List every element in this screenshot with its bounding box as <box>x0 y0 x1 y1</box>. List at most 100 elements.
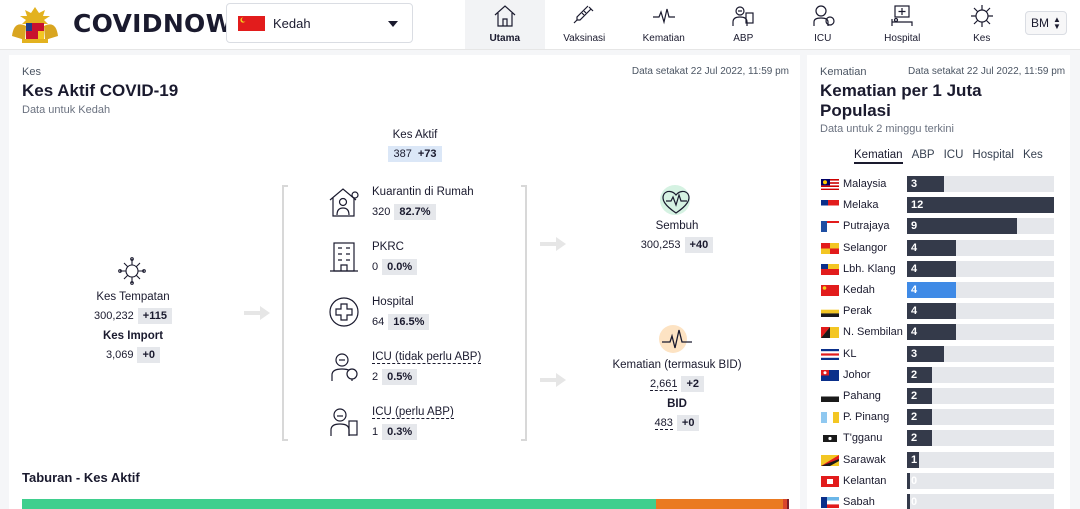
bar-value: 0 <box>911 474 918 487</box>
bar-value: 4 <box>911 284 918 296</box>
bracket-right <box>521 185 527 441</box>
top-header: COVIDNOW Kedah Utama Vaksinasi Kematian … <box>0 0 1080 50</box>
state-row[interactable]: Putrajaya 9 <box>821 218 1056 235</box>
card-subtitle: Data untuk 2 minggu terkini <box>820 123 954 135</box>
nav-label: ICU <box>814 33 832 44</box>
language-select[interactable]: BM ▲ ▼ <box>1025 11 1067 35</box>
distribution-bar[interactable] <box>22 499 789 509</box>
card-subtitle: Data untuk Kedah <box>22 104 111 116</box>
distribution-segment[interactable] <box>786 499 789 509</box>
active-cases-total: Kes Aktif 387 +73 <box>375 129 455 162</box>
state-row[interactable]: Lbh. Klang 4 <box>821 260 1056 278</box>
state-row[interactable]: Kelantan 0 <box>821 472 1056 490</box>
bar-track: 0 <box>907 494 1054 509</box>
state-row[interactable]: Melaka 12 <box>821 197 1056 214</box>
chevron-down-icon <box>388 21 398 27</box>
state-row[interactable]: Sabah 0 <box>821 494 1056 509</box>
breakdown-pct: 0.3% <box>382 424 418 440</box>
state-flag-icon <box>821 433 839 445</box>
state-flag-icon <box>821 369 839 381</box>
local-cases: Kes Tempatan 300,232 +115 Kes Import 3,0… <box>79 291 187 363</box>
state-name: Melaka <box>843 199 879 212</box>
breakdown-pct: 16.5% <box>388 314 430 330</box>
distribution-segment[interactable] <box>656 499 783 509</box>
state-row[interactable]: Kedah 4 <box>821 282 1056 299</box>
state-name: Perak <box>843 305 872 318</box>
breakdown-value: 64 <box>372 316 385 328</box>
icu-doctor-icon <box>813 5 835 26</box>
active-cases-delta: +73 <box>417 148 437 160</box>
nav-item-icu[interactable]: ICU <box>783 0 863 49</box>
language-value: BM <box>1031 16 1050 30</box>
building-icon <box>330 242 358 272</box>
bar-track: 0 <box>907 472 1054 489</box>
breakdown-item: ICU (perlu ABP) 1 0.3% <box>327 405 517 445</box>
deaths-value[interactable]: 2,661 <box>649 378 678 391</box>
breakdown-label[interactable]: ICU (perlu ABP) <box>372 406 454 419</box>
bar-track: 2 <box>907 388 1054 404</box>
tab-kes[interactable]: Kes <box>1023 149 1043 164</box>
bar-value: 1 <box>911 453 918 466</box>
breakdown-pct: 82.7% <box>394 204 436 220</box>
bar-value: 2 <box>911 432 918 445</box>
state-row[interactable]: Selangor 4 <box>821 239 1056 257</box>
tab-kematian[interactable]: Kematian <box>854 149 903 164</box>
state-flag-icon <box>821 221 839 233</box>
state-flag-icon <box>821 475 839 487</box>
bar-track: 4 <box>907 260 1054 277</box>
breakdown-label: Hospital <box>372 296 414 308</box>
state-flag-icon <box>821 454 839 466</box>
local-cases-value: 300,232 <box>94 310 134 322</box>
bracket-left <box>282 185 288 441</box>
nav-label: Hospital <box>884 33 921 44</box>
bar-track: 4 <box>907 324 1054 341</box>
deaths: Kematian (termasuk BID) 2,661 +2 BID 483… <box>597 359 757 431</box>
nav-item-hospital[interactable]: Hospital <box>863 0 943 49</box>
state-select[interactable]: Kedah <box>226 3 413 43</box>
ventilator-doctor-icon <box>330 408 358 436</box>
bid-label: BID <box>667 398 687 410</box>
state-row[interactable]: T'gganu 2 <box>821 430 1056 447</box>
state-row[interactable]: KL 3 <box>821 345 1056 363</box>
virus-icon <box>118 257 146 285</box>
bar-value: 2 <box>911 411 918 424</box>
state-row[interactable]: Pahang 2 <box>821 388 1056 405</box>
breakdown-pct: 0.0% <box>382 259 418 275</box>
state-row[interactable]: Perak 4 <box>821 303 1056 320</box>
heart-pulse-icon <box>660 185 690 215</box>
state-flag-icon <box>821 242 839 254</box>
state-row[interactable]: Malaysia 3 <box>821 176 1056 193</box>
state-row[interactable]: P. Pinang 2 <box>821 409 1056 426</box>
state-row[interactable]: N. Sembilan 4 <box>821 324 1056 341</box>
distribution-segment[interactable] <box>22 499 657 509</box>
state-name: Sarawak <box>843 453 886 466</box>
bar-track: 4 <box>907 303 1054 320</box>
nav-item-kes[interactable]: Kes <box>942 0 1022 49</box>
brand-name[interactable]: COVIDNOW <box>73 9 233 38</box>
nav-item-abp[interactable]: ABP <box>704 0 784 49</box>
breakdown-label[interactable]: ICU (tidak perlu ABP) <box>372 351 482 364</box>
malaysia-crest-logo[interactable] <box>8 4 62 44</box>
state-flag-icon <box>821 285 839 296</box>
state-flag-icon <box>821 497 839 508</box>
bar-value: 9 <box>911 220 918 233</box>
bar-track: 2 <box>907 430 1054 447</box>
import-cases-delta: +0 <box>137 347 161 363</box>
tab-hospital[interactable]: Hospital <box>972 149 1014 164</box>
nav-label: Utama <box>489 33 521 44</box>
state-name: KL <box>843 347 857 360</box>
state-row[interactable]: Sarawak 1 <box>821 451 1056 469</box>
breakdown-value: 320 <box>372 206 391 218</box>
bid-value[interactable]: 483 <box>654 417 673 430</box>
bar-fill <box>907 472 910 489</box>
tab-icu[interactable]: ICU <box>944 149 964 164</box>
tab-abp[interactable]: ABP <box>912 149 935 164</box>
breakdown-item: PKRC 0 0.0% <box>327 240 517 280</box>
nav-item-vaksinasi[interactable]: Vaksinasi <box>545 0 625 49</box>
state-row[interactable]: Johor 2 <box>821 366 1056 384</box>
bar-track: 3 <box>907 345 1054 362</box>
bar-track: 2 <box>907 409 1054 426</box>
nav-item-utama[interactable]: Utama <box>465 0 545 49</box>
nav-item-kematian[interactable]: Kematian <box>624 0 704 49</box>
state-name: Sabah <box>843 496 875 508</box>
